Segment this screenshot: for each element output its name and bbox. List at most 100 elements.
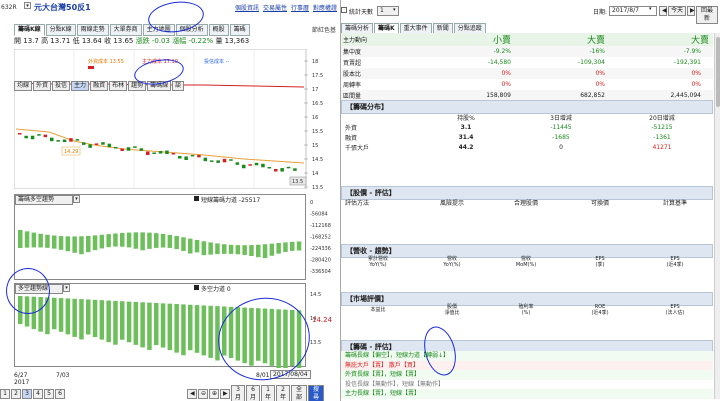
chip-cell-c: -51215 [651, 123, 673, 131]
ohlc-bar: 開 13.7 高 13.71 低 13.64 收 13.65 漲跌 -0.03 … [14, 36, 314, 46]
chip-cell-b: -1685 [552, 133, 570, 141]
summary-cell-label: 周轉率 [343, 82, 362, 89]
chip-trend-bar [269, 243, 275, 256]
link-warrants[interactable]: 對應權證 [313, 3, 337, 12]
summary-header-row: 主力動向 小賣 大賣 大賣 [341, 33, 713, 46]
candle [261, 163, 265, 168]
tab-concept[interactable]: 概股 [208, 24, 229, 36]
summary-cell-v2: 0% [595, 81, 605, 88]
price-tick-label: 14.5 [312, 157, 323, 163]
reset-latest-button[interactable]: 回最新 [696, 6, 718, 24]
range-all-button[interactable]: 全部 [291, 385, 307, 401]
calendar-chevron-icon[interactable]: ▾ [649, 6, 652, 12]
candle [197, 154, 201, 158]
candle [184, 156, 188, 160]
candle [210, 160, 214, 162]
date-field-label: 日期: [593, 9, 608, 16]
rating-col-basis: 計算基準 [662, 200, 687, 207]
candle [229, 159, 233, 161]
trend-value: 14.24 [312, 316, 333, 324]
tab-branch-k[interactable]: 分點K線 [45, 24, 76, 36]
page-4-button[interactable]: 4 [33, 389, 43, 399]
chip-cell-c: 41271 [652, 143, 672, 151]
red-base-label: 節紅色基 [312, 27, 337, 34]
range-2y-button[interactable]: 2年 [276, 385, 290, 401]
candle [248, 164, 252, 166]
trend-bar [86, 299, 91, 335]
chip-trend-bar [52, 235, 57, 249]
btn-talk[interactable]: 談 [172, 81, 185, 91]
page-2-button[interactable]: 2 [11, 389, 21, 399]
price-tick-label: 14 [312, 171, 318, 177]
candle [242, 164, 246, 169]
rev-col-eps-q: EPS (季) [595, 256, 605, 268]
chip-trend-bar [228, 244, 234, 254]
btn-main[interactable]: 主力 [71, 81, 90, 91]
chip-cell-label: 千張大戶 [345, 144, 370, 152]
legend-trust-cost: 投信成本 -- [204, 58, 229, 65]
search-button[interactable]: 搜尋 [308, 385, 324, 401]
candle [114, 146, 118, 149]
scroll-left-icon[interactable]: ◀ [187, 389, 197, 399]
candle [82, 142, 86, 145]
candle [222, 158, 227, 163]
chip-trend-bar [99, 234, 105, 249]
page-6-button[interactable]: 6 [55, 389, 65, 399]
candle [126, 147, 131, 151]
today-button[interactable]: 今天 [668, 6, 686, 16]
chart-panel: 632R ▾ 元大台灣50反1 個股資訊 交易屬性 行事曆 對應權證 籌碼K線 … [0, 0, 341, 401]
tab-trend[interactable]: 兩線走勢 [76, 24, 109, 36]
link-calendar[interactable]: 行事曆 [291, 3, 309, 12]
tab-chip-k[interactable]: 籌碼K線 [14, 24, 45, 36]
page-3-button[interactable]: 3 [22, 389, 32, 399]
summary-cell-v1: 0% [501, 70, 511, 77]
price-tag-value: 13.5 [292, 179, 303, 185]
rev-col-eps-4q: EPS (近4季) [666, 256, 684, 268]
chip-trend-bar [126, 232, 132, 248]
chip-trend-bar [222, 244, 227, 254]
chip-trend-bar [45, 234, 50, 248]
chip-axis-label: -56084 [310, 212, 328, 218]
tab-chip[interactable]: 籌碼 [229, 24, 250, 36]
summary-cell-label: 集中度 [343, 49, 362, 56]
close-value: 13.65 [113, 37, 134, 45]
range-6m-button[interactable]: 6月 [246, 385, 260, 401]
summary-cell-v2: -16% [589, 48, 605, 55]
page-1-button[interactable]: 1 [0, 389, 10, 399]
btn-foreign[interactable]: 外資 [33, 81, 52, 91]
btn-bollinger[interactable]: 布林 [109, 81, 128, 91]
price-tick-label: 15.5 [312, 129, 323, 135]
price-box-value: 14.29 [64, 149, 78, 155]
trend-bar [72, 298, 77, 337]
price-tick-label: 17 [312, 87, 318, 93]
range-1y-button[interactable]: 1年 [261, 385, 275, 401]
btn-margin[interactable]: 融資 [90, 81, 109, 91]
tab-big-broker[interactable]: 大單券商 [109, 24, 142, 36]
summary-cell-v3: -7.9% [683, 48, 701, 55]
chg-label: 漲跌 [135, 37, 150, 45]
range-3m-button[interactable]: 3月 [231, 385, 245, 401]
btn-ma[interactable]: 均線 [14, 81, 33, 91]
zoom-out-icon[interactable]: ⊖ [198, 389, 208, 399]
next-day-icon[interactable]: ▶ [687, 6, 695, 16]
chip-axis-label: 0 [310, 200, 313, 206]
chip-col-3d: 3日增減 [550, 115, 572, 122]
stock-name[interactable]: 元大台灣50反1 [34, 2, 91, 13]
scrollbar-thumb[interactable] [716, 37, 720, 107]
summary-row: 集中度 -9.2% -16% -7.9% [341, 46, 713, 57]
scroll-right-icon[interactable]: ▶ [220, 389, 230, 399]
prev-day-icon[interactable]: ◀ [659, 6, 667, 16]
vol-label: 量 [215, 37, 223, 45]
stats-days-checkbox[interactable] [341, 7, 347, 13]
scrollbar[interactable] [714, 33, 720, 399]
zoom-in-icon[interactable]: ⊕ [209, 389, 219, 399]
link-trade-attr[interactable]: 交易屬性 [263, 3, 287, 12]
btn-trust[interactable]: 投信 [52, 81, 71, 91]
date-label-start: 6/27 [14, 372, 28, 379]
dropdown-icon[interactable]: ▾ [24, 2, 31, 9]
eval-list: 籌碼長線【偏空】，短線力道【轉弱↓】 無庇大戶【賣】 散戶【買】 外資長線【賣】，短… [341, 351, 713, 399]
days-chevron-icon[interactable]: ▾ [393, 6, 400, 14]
chip-header-row: 持股% 3日增減 20日增減 [341, 113, 713, 122]
link-stock-info[interactable]: 個股資訊 [235, 3, 259, 12]
page-5-button[interactable]: 5 [44, 389, 54, 399]
